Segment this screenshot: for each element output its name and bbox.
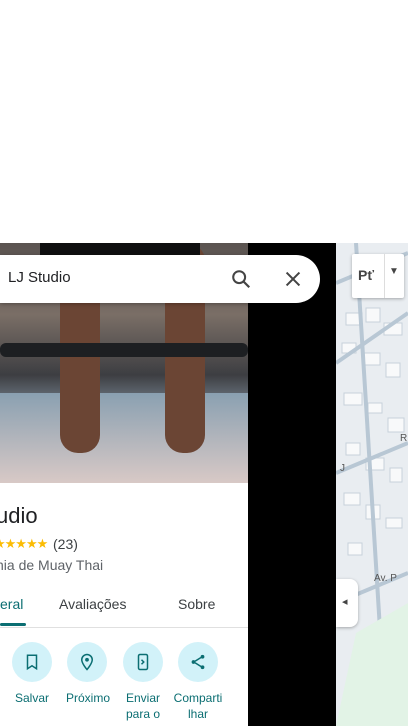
tab-reviews[interactable]: Avaliações: [59, 596, 126, 612]
tab-overview[interactable]: eral: [0, 596, 23, 612]
chevron-down-icon[interactable]: ▼: [389, 266, 399, 277]
map-type-button[interactable]: Pť ▼: [352, 254, 404, 298]
send-to-phone-button[interactable]: [123, 642, 163, 682]
send-to-phone-icon: [137, 653, 149, 671]
place-title: udio: [0, 503, 38, 528]
nearby-button[interactable]: [67, 642, 107, 682]
tab-about[interactable]: Sobre: [178, 596, 215, 612]
map-canvas[interactable]: J Av. P R: [336, 243, 408, 726]
map-type-label: Pť: [358, 267, 375, 283]
tab-active-indicator: [0, 623, 26, 626]
share-label: Comparti lhar: [173, 691, 223, 721]
nearby-label: Próximo: [65, 691, 110, 705]
map-streets-svg: [336, 243, 408, 726]
place-category[interactable]: nia de Muay Thai: [0, 557, 103, 573]
photo-floor: [0, 393, 248, 483]
street-label-r: R: [400, 433, 408, 444]
nearby-icon: [80, 653, 94, 671]
save-button[interactable]: [12, 642, 52, 682]
map-type-divider: [384, 254, 385, 298]
street-label-j: J: [340, 463, 345, 474]
close-icon[interactable]: [282, 268, 304, 295]
search-icon[interactable]: [230, 268, 252, 295]
photo-barbell: [0, 343, 248, 357]
tabs-divider: [0, 627, 248, 628]
search-bar[interactable]: LJ Studio: [0, 255, 320, 303]
map-black-band: [248, 243, 336, 726]
street-label-av: Av. P: [374, 573, 397, 584]
share-button[interactable]: [178, 642, 218, 682]
chevron-left-icon: ◂: [342, 596, 348, 608]
collapse-panel-button[interactable]: ◂: [336, 579, 358, 627]
review-count[interactable]: (23): [53, 536, 78, 552]
search-input[interactable]: LJ Studio: [8, 269, 71, 286]
share-icon: [191, 654, 205, 670]
bookmark-icon: [26, 654, 38, 671]
save-label: Salvar: [14, 691, 49, 705]
send-to-phone-label: Enviar para o: [125, 691, 161, 721]
rating-stars: ★★★★★: [0, 536, 48, 551]
